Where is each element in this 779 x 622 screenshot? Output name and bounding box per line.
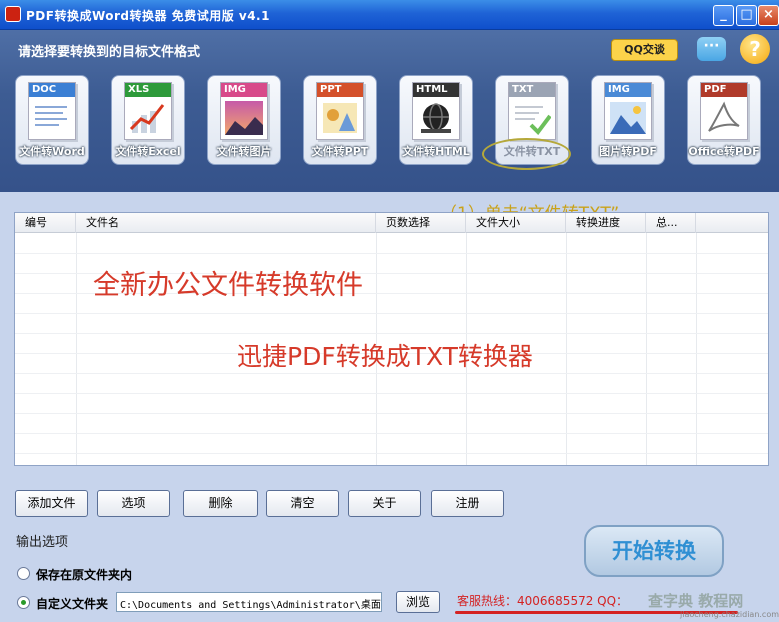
- grid-line: [15, 393, 768, 394]
- format-label: 文件转Excel: [115, 145, 181, 158]
- grid-line: [15, 373, 768, 374]
- pdf-acrobat-icon: PDF: [700, 82, 748, 140]
- ppt-file-icon: PPT: [316, 82, 364, 140]
- maximize-button[interactable]: □: [736, 5, 757, 26]
- txt-file-icon: TXT: [508, 82, 556, 140]
- format-tag: TXT: [509, 83, 555, 97]
- image-file-icon: IMG: [220, 82, 268, 140]
- custom-folder-radio[interactable]: [17, 596, 30, 609]
- picture-file-icon: IMG: [604, 82, 652, 140]
- grid-line: [15, 313, 768, 314]
- format-panel: 请选择要转换到的目标文件格式 QQ交谈 ··· ? DOC 文件转Word XL…: [0, 30, 779, 192]
- format-button-word[interactable]: DOC 文件转Word: [15, 75, 89, 165]
- promo-headline: 全新办公文件转换软件: [93, 270, 363, 301]
- list-header: 编号 文件名 页数选择 文件大小 转换进度 总...: [15, 213, 768, 233]
- output-path-input[interactable]: C:\Documents and Settings\Administrator\…: [116, 592, 382, 612]
- add-file-button[interactable]: 添加文件: [15, 490, 88, 517]
- title-bar[interactable]: PDF转换成Word转换器 免费试用版 v4.1 _ □ ×: [0, 0, 779, 30]
- format-tag: HTML: [413, 83, 459, 97]
- promo-subheadline: 迅捷PDF转换成TXT转换器: [237, 342, 533, 371]
- chat-bubble-icon[interactable]: ···: [697, 37, 726, 61]
- watermark-url: jiaocheng.chazidian.com: [680, 610, 779, 619]
- grid-line: [15, 413, 768, 414]
- clear-button[interactable]: 清空: [266, 490, 339, 517]
- register-button[interactable]: 注册: [431, 490, 504, 517]
- format-button-ppt[interactable]: PPT 文件转PPT: [303, 75, 377, 165]
- column-header-filename[interactable]: 文件名: [76, 213, 376, 233]
- column-header-pages[interactable]: 页数选择: [376, 213, 466, 233]
- format-prompt: 请选择要转换到的目标文件格式: [18, 45, 201, 60]
- format-button-html[interactable]: HTML 文件转HTML: [399, 75, 473, 165]
- format-tag: PPT: [317, 83, 363, 97]
- about-button[interactable]: 关于: [348, 490, 421, 517]
- help-icon[interactable]: ?: [740, 34, 770, 64]
- format-label: 文件转PPT: [311, 145, 369, 158]
- column-header-size[interactable]: 文件大小: [466, 213, 566, 233]
- grid-line: [646, 233, 647, 465]
- format-tag: PDF: [701, 83, 747, 97]
- excel-chart-icon: XLS: [124, 82, 172, 140]
- format-tag: IMG: [605, 83, 651, 97]
- format-label: 图片转PDF: [599, 145, 657, 158]
- format-label: Office转PDF: [688, 145, 760, 158]
- grid-line: [15, 453, 768, 454]
- column-header-id[interactable]: 编号: [15, 213, 76, 233]
- column-header-total[interactable]: 总...: [646, 213, 696, 233]
- word-doc-icon: DOC: [28, 82, 76, 140]
- grid-line: [15, 333, 768, 334]
- watermark-text: 查字典 教程网: [648, 592, 744, 610]
- keep-folder-radio[interactable]: [17, 567, 30, 580]
- minimize-button[interactable]: _: [713, 5, 734, 26]
- grid-line: [566, 233, 567, 465]
- close-button[interactable]: ×: [758, 5, 779, 26]
- support-hotline: 客服热线：4006685572 QQ：: [457, 594, 629, 608]
- window-title: PDF转换成Word转换器 免费试用版 v4.1: [26, 9, 270, 23]
- column-header-progress[interactable]: 转换进度: [566, 213, 646, 233]
- format-button-image-to-pdf[interactable]: IMG 图片转PDF: [591, 75, 665, 165]
- highlight-ellipse: [482, 138, 571, 170]
- format-button-office-to-pdf[interactable]: PDF Office转PDF: [687, 75, 761, 165]
- custom-folder-label[interactable]: 自定义文件夹: [36, 595, 108, 612]
- start-convert-button[interactable]: 开始转换: [584, 525, 724, 577]
- format-label: 文件转图片: [216, 145, 272, 158]
- format-label: 文件转HTML: [402, 145, 470, 158]
- format-label: 文件转Word: [19, 145, 85, 158]
- grid-line: [76, 233, 77, 465]
- grid-line: [15, 433, 768, 434]
- format-button-excel[interactable]: XLS 文件转Excel: [111, 75, 185, 165]
- keep-folder-label[interactable]: 保存在原文件夹内: [36, 566, 132, 583]
- format-button-image[interactable]: IMG 文件转图片: [207, 75, 281, 165]
- options-button[interactable]: 选项: [97, 490, 170, 517]
- grid-line: [15, 253, 768, 254]
- qq-chat-button[interactable]: QQ交谈: [611, 39, 678, 61]
- file-list[interactable]: 编号 文件名 页数选择 文件大小 转换进度 总... 全新办公文件转换软件 迅捷…: [14, 212, 769, 466]
- format-tag: DOC: [29, 83, 75, 97]
- delete-button[interactable]: 删除: [183, 490, 258, 517]
- app-logo-icon: [5, 6, 21, 22]
- grid-line: [696, 233, 697, 465]
- format-tag: XLS: [125, 83, 171, 97]
- browse-button[interactable]: 浏览: [396, 591, 440, 613]
- format-tag: IMG: [221, 83, 267, 97]
- output-section-label: 输出选项: [16, 535, 69, 550]
- html-globe-icon: HTML: [412, 82, 460, 140]
